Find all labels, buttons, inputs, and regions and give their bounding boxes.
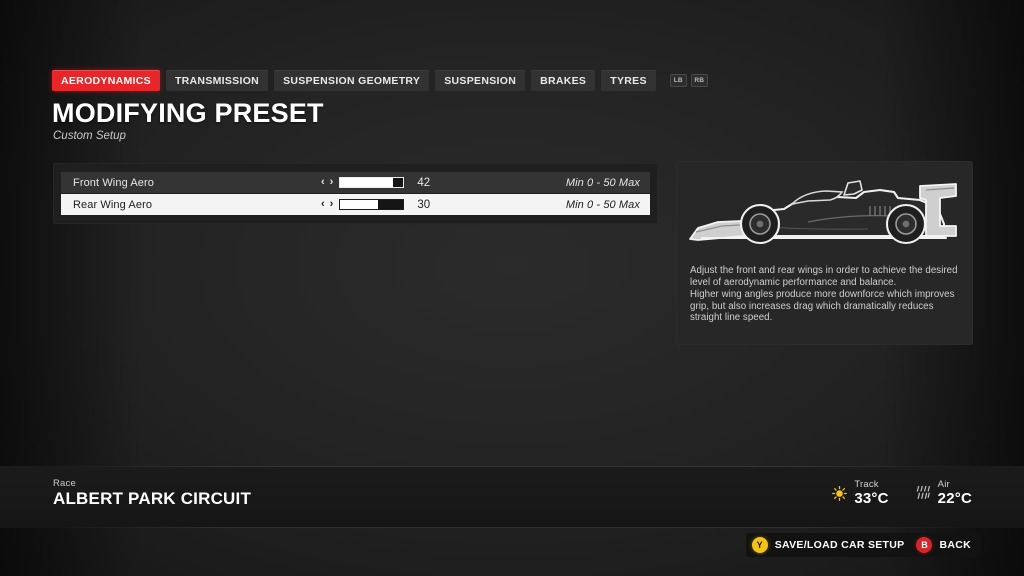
save-load-car-setup-label: SAVE/LOAD CAR SETUP xyxy=(774,539,905,551)
left-bumper-icon[interactable]: LB xyxy=(669,74,687,87)
action-button-bar: Y SAVE/LOAD CAR SETUP B BACK xyxy=(745,533,981,557)
tab-tyres[interactable]: TYRES xyxy=(601,70,656,91)
tab-label: SUSPENSION GEOMETRY xyxy=(283,74,421,87)
page-subtitle: Custom Setup xyxy=(53,130,126,142)
decrement-arrow-icon[interactable]: ‹ xyxy=(321,177,325,188)
setup-settings-panel: Front Wing Aero ‹ › 42 Min 0 - 50 Max Re… xyxy=(53,163,658,224)
tab-label: AERODYNAMICS xyxy=(61,74,151,87)
race-info: Race ALBERT PARK CIRCUIT xyxy=(53,478,251,508)
info-paragraph: Adjust the front and rear wings in order… xyxy=(690,265,958,288)
weather-value: 22°C xyxy=(937,490,972,507)
weather-value: 33°C xyxy=(854,490,889,507)
race-circuit-name: ALBERT PARK CIRCUIT xyxy=(53,489,252,508)
save-load-car-setup-button[interactable]: Y SAVE/LOAD CAR SETUP xyxy=(751,537,905,553)
setting-slider-fill xyxy=(340,178,394,187)
tab-label: SUSPENSION xyxy=(444,74,517,87)
setting-row-rear-wing-aero[interactable]: Rear Wing Aero ‹ › 30 Min 0 - 50 Max xyxy=(61,194,650,215)
setting-control: ‹ › 30 xyxy=(321,199,444,211)
setting-range-text: Min 0 - 50 Max xyxy=(565,176,640,189)
setting-slider-bar[interactable] xyxy=(339,177,405,188)
b-button-icon: B xyxy=(916,537,933,553)
tab-label: TYRES xyxy=(610,74,647,87)
sun-icon xyxy=(831,482,848,504)
category-tab-bar: AERODYNAMICS TRANSMISSION SUSPENSION GEO… xyxy=(52,70,708,91)
right-bumper-label: RB xyxy=(694,77,705,84)
increment-arrow-icon[interactable]: › xyxy=(330,177,334,188)
weather-info: Track 33°C Air 22°C xyxy=(831,479,972,507)
setting-value: 42 xyxy=(417,176,431,189)
setting-range-text: Min 0 - 50 Max xyxy=(565,198,640,211)
info-description: Adjust the front and rear wings in order… xyxy=(690,265,961,324)
f1-car-side-outline-icon xyxy=(676,167,973,259)
weather-air: Air 22°C xyxy=(915,479,972,507)
setting-control: ‹ › 42 xyxy=(321,177,444,189)
weather-track: Track 33°C xyxy=(831,479,888,507)
footer-bar: Race ALBERT PARK CIRCUIT Track 33°C Air … xyxy=(0,466,1024,528)
info-panel: Adjust the front and rear wings in order… xyxy=(676,161,973,345)
right-bumper-icon[interactable]: RB xyxy=(690,74,708,87)
page-title: MODIFYING PRESET xyxy=(52,98,324,128)
wind-icon xyxy=(915,482,932,504)
tab-suspension-geometry[interactable]: SUSPENSION GEOMETRY xyxy=(274,70,430,91)
weather-label: Track xyxy=(854,479,879,490)
increment-arrow-icon[interactable]: › xyxy=(330,199,334,210)
decrement-arrow-icon[interactable]: ‹ xyxy=(321,199,325,210)
tab-suspension[interactable]: SUSPENSION xyxy=(435,70,526,91)
setting-label: Front Wing Aero xyxy=(73,176,154,189)
setting-slider-fill xyxy=(340,200,379,209)
setting-row-front-wing-aero[interactable]: Front Wing Aero ‹ › 42 Min 0 - 50 Max xyxy=(61,172,650,193)
bumper-hints: LB RB xyxy=(669,74,708,87)
left-bumper-label: LB xyxy=(673,77,683,84)
setting-label: Rear Wing Aero xyxy=(73,198,153,211)
setting-value: 30 xyxy=(417,198,431,211)
info-paragraph: Higher wing angles produce more downforc… xyxy=(690,289,955,324)
tab-label: TRANSMISSION xyxy=(174,74,260,87)
back-label: BACK xyxy=(939,539,971,551)
race-kicker: Race xyxy=(53,478,76,489)
tab-brakes[interactable]: BRAKES xyxy=(531,70,596,91)
setup-screen: AERODYNAMICS TRANSMISSION SUSPENSION GEO… xyxy=(0,0,1024,576)
tab-label: BRAKES xyxy=(540,74,587,87)
tab-aerodynamics[interactable]: AERODYNAMICS xyxy=(52,70,160,91)
tab-transmission[interactable]: TRANSMISSION xyxy=(165,70,269,91)
back-button[interactable]: B BACK xyxy=(916,537,971,553)
y-button-icon: Y xyxy=(751,537,768,553)
weather-label: Air xyxy=(937,479,950,490)
setting-slider-bar[interactable] xyxy=(339,199,405,210)
